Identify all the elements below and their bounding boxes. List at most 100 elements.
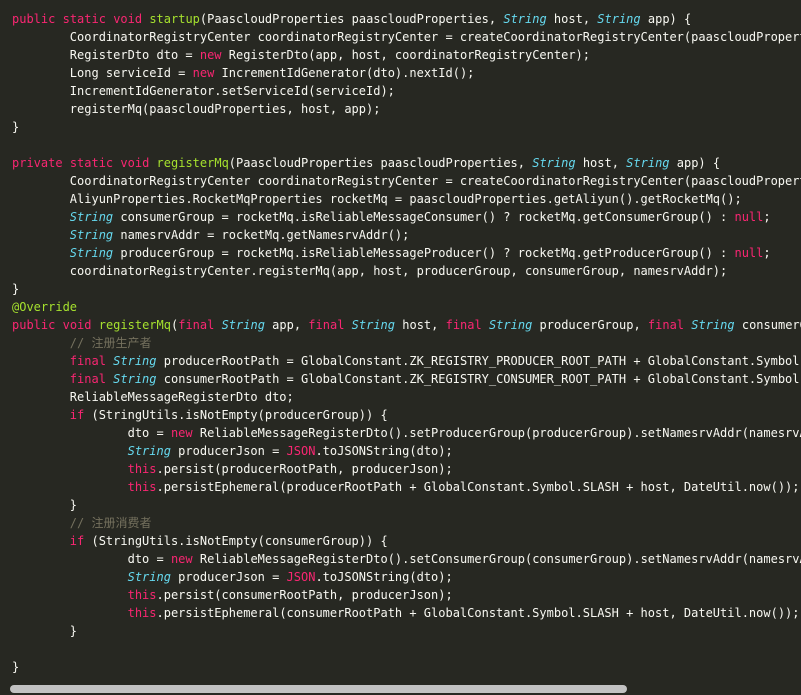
code-text: producerJson = — [170, 444, 287, 458]
code-text: IncrementIdGenerator(dto).nextId(); — [214, 66, 475, 80]
code-text: CoordinatorRegistryCenter coordinatorReg… — [12, 174, 801, 188]
keyword-token: final — [178, 318, 215, 332]
keyword-token: final — [69, 354, 106, 368]
type-token: String — [69, 210, 114, 224]
code-text: } — [12, 498, 78, 512]
code-line: } — [12, 118, 801, 136]
code-text: IncrementIdGenerator.setServiceId(servic… — [12, 84, 395, 98]
keyword-token: new — [199, 48, 222, 62]
type-token: String — [626, 156, 670, 170]
code-text: (StringUtils.isNotEmpty(consumerGroup)) … — [84, 534, 388, 548]
keyword-token: this — [127, 480, 157, 494]
code-line: IncrementIdGenerator.setServiceId(servic… — [12, 82, 801, 100]
code-line: this.persist(consumerRootPath, producerJ… — [12, 586, 801, 604]
keyword-token: new — [192, 66, 215, 80]
keyword-token: if — [69, 408, 85, 422]
code-line: RegisterDto dto = new RegisterDto(app, h… — [12, 46, 801, 64]
keyword-token: final — [647, 318, 685, 332]
code-line: CoordinatorRegistryCenter coordinatorReg… — [12, 172, 801, 190]
keyword-token: final — [69, 372, 106, 386]
keyword-token: void — [120, 156, 150, 170]
code-text: ; — [763, 210, 771, 224]
comment-token: // 注册生产者 — [69, 336, 152, 350]
code-text: producerGroup = rocketMq.isReliableMessa… — [113, 246, 735, 260]
code-text: } — [12, 282, 20, 296]
keyword-token: static — [62, 12, 106, 26]
code-text: producerJson = — [170, 570, 287, 584]
type-token: String — [113, 372, 157, 386]
code-text: host, — [395, 318, 446, 332]
type-token: String — [691, 318, 735, 332]
code-text: consumerGroup = rocketMq.isReliableMessa… — [113, 210, 735, 224]
code-text: consumerG — [734, 318, 801, 332]
code-line: this.persist(producerRootPath, producerJ… — [12, 460, 801, 478]
code-line: private static void registerMq(Paascloud… — [12, 154, 801, 172]
code-block[interactable]: public static void startup(PaascloudProp… — [12, 10, 801, 676]
code-text: consumerRootPath = GlobalConstant.ZK_REG… — [156, 372, 801, 386]
keyword-token: private — [12, 156, 63, 170]
code-text: } — [12, 660, 20, 674]
code-line: coordinatorRegistryCenter.registerMq(app… — [12, 262, 801, 280]
code-text: dto = — [12, 552, 171, 566]
type-token: String — [127, 570, 171, 584]
keyword-token: void — [62, 318, 92, 332]
code-editor[interactable]: public static void startup(PaascloudProp… — [0, 0, 801, 695]
code-line: @Override — [12, 298, 801, 316]
code-text: host, — [575, 156, 627, 170]
code-line: String namesrvAddr = rocketMq.getNamesrv… — [12, 226, 801, 244]
type-token: String — [351, 318, 396, 332]
type-token: String — [503, 12, 547, 26]
type-token: String — [127, 444, 171, 458]
code-text: RegisterDto(app, host, coordinatorRegist… — [221, 48, 590, 62]
code-line: AliyunProperties.RocketMqProperties rock… — [12, 190, 801, 208]
type-token: String — [532, 156, 576, 170]
code-text: coordinatorRegistryCenter.registerMq(app… — [12, 264, 728, 278]
type-token: String — [69, 246, 114, 260]
method-name-token: registerMq — [98, 318, 171, 332]
code-line: dto = new ReliableMessageRegisterDto().s… — [12, 550, 801, 568]
code-line: String producerJson = JSON.toJSONString(… — [12, 442, 801, 460]
keyword-token: void — [113, 12, 143, 26]
code-text: app) { — [640, 12, 692, 26]
code-text: .persistEphemeral(producerRootPath + Glo… — [156, 480, 800, 494]
code-text: Long serviceId = — [12, 66, 193, 80]
code-line: } — [12, 622, 801, 640]
keyword-token: this — [127, 588, 157, 602]
code-line: Long serviceId = new IncrementIdGenerato… — [12, 64, 801, 82]
code-text: .toJSONString(dto); — [315, 570, 453, 584]
code-text: .persist(producerRootPath, producerJson)… — [156, 462, 453, 476]
code-line: if (StringUtils.isNotEmpty(producerGroup… — [12, 406, 801, 424]
scrollbar-thumb[interactable] — [10, 685, 627, 693]
code-line: dto = new ReliableMessageRegisterDto().s… — [12, 424, 801, 442]
annotation-token: @Override — [12, 300, 78, 314]
keyword-token: JSON — [286, 444, 316, 458]
type-token: String — [221, 318, 265, 332]
code-text: RegisterDto dto = — [12, 48, 200, 62]
keyword-token: public — [12, 318, 56, 332]
code-text: app, — [264, 318, 309, 332]
type-token: String — [113, 354, 157, 368]
code-line: this.persistEphemeral(producerRootPath +… — [12, 478, 801, 496]
code-text: } — [12, 120, 20, 134]
code-text: CoordinatorRegistryCenter coordinatorReg… — [12, 30, 801, 44]
keyword-token: null — [734, 246, 764, 260]
keyword-token: final — [445, 318, 482, 332]
code-line: registerMq(paascloudProperties, host, ap… — [12, 100, 801, 118]
horizontal-scrollbar[interactable] — [10, 685, 791, 693]
